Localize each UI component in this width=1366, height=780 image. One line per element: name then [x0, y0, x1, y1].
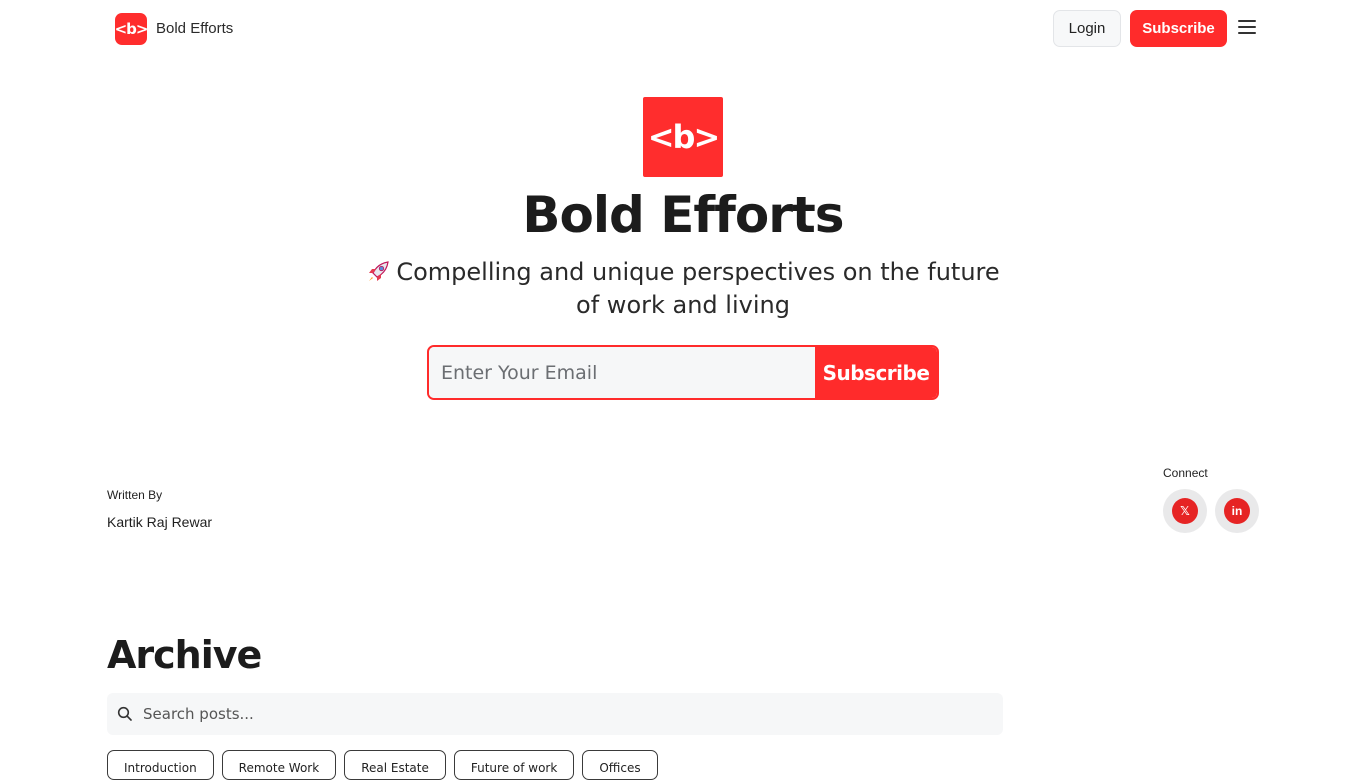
- top-navigation: <b> Bold Efforts Login Subscribe: [0, 0, 1366, 58]
- x-social-link[interactable]: 𝕏: [1163, 489, 1207, 533]
- subscribe-form: Subscribe: [427, 345, 939, 400]
- brand-link[interactable]: <b> Bold Efforts: [115, 12, 233, 45]
- brand-logo: <b>: [115, 12, 148, 45]
- search-icon: [117, 706, 132, 721]
- archive-heading: Archive: [107, 633, 262, 677]
- written-by-label: Written By: [107, 488, 163, 502]
- subscribe-button[interactable]: Subscribe: [815, 347, 937, 398]
- tag-introduction[interactable]: Introduction: [107, 750, 214, 780]
- search-input[interactable]: [141, 704, 1003, 724]
- rocket-icon: [369, 261, 390, 281]
- email-field[interactable]: [429, 347, 815, 398]
- author-name[interactable]: Kartik Raj Rewar: [107, 514, 212, 530]
- hamburger-icon[interactable]: [1238, 20, 1256, 36]
- header-subscribe-button[interactable]: Subscribe: [1130, 10, 1227, 47]
- publication-logo: <b>: [643, 97, 723, 177]
- x-icon: 𝕏: [1172, 498, 1198, 524]
- tagline-text: Compelling and unique perspectives on th…: [396, 258, 1000, 319]
- publication-tagline: Compelling and unique perspectives on th…: [363, 256, 1003, 322]
- search-box: [107, 693, 1003, 735]
- linkedin-social-link[interactable]: in: [1215, 489, 1259, 533]
- tag-remote-work[interactable]: Remote Work: [221, 750, 337, 780]
- tag-list: Introduction Remote Work Real Estate Fut…: [107, 750, 666, 780]
- publication-title: Bold Efforts: [522, 186, 844, 244]
- linkedin-icon: in: [1224, 498, 1250, 524]
- tag-real-estate[interactable]: Real Estate: [344, 750, 446, 780]
- tag-offices[interactable]: Offices: [582, 750, 658, 780]
- tag-future-of-work[interactable]: Future of work: [453, 750, 575, 780]
- brand-name: Bold Efforts: [156, 20, 234, 37]
- login-button[interactable]: Login: [1053, 10, 1121, 47]
- connect-label: Connect: [1163, 466, 1208, 480]
